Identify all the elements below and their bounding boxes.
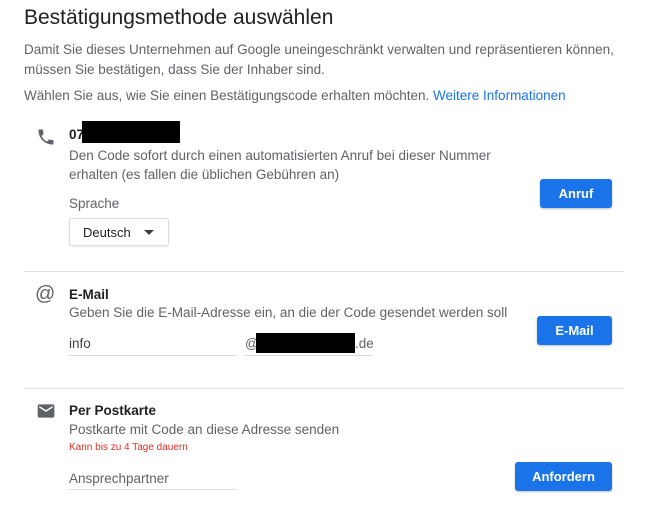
at-icon: @ <box>35 283 56 305</box>
call-description: Den Code sofort durch einen automatisier… <box>69 148 491 182</box>
language-select-value: Deutsch <box>83 224 131 240</box>
email-local-underline <box>69 355 237 356</box>
email-domain-suffix: .de <box>355 336 374 351</box>
phone-icon <box>36 127 56 147</box>
email-domain-underline <box>245 355 372 356</box>
redacted-email-domain <box>256 333 355 353</box>
email-local-input[interactable]: info <box>69 336 91 351</box>
email-description: Geben Sie die E-Mail-Adresse ein, an die… <box>69 305 508 320</box>
choose-method-text: Wählen Sie aus, wie Sie einen Bestätigun… <box>24 88 566 103</box>
email-option-title: E-Mail <box>69 287 109 302</box>
section-divider <box>24 388 624 389</box>
language-label: Sprache <box>69 196 120 211</box>
call-button[interactable]: Anruf <box>540 179 612 208</box>
intro-text: Damit Sie dieses Unternehmen auf Google … <box>24 42 614 77</box>
email-button[interactable]: E-Mail <box>537 316 612 345</box>
postcard-option-title: Per Postkarte <box>69 403 157 418</box>
language-select[interactable]: Deutsch <box>69 218 169 246</box>
contact-person-input[interactable]: Ansprechpartner <box>69 471 169 486</box>
redacted-phone-number <box>82 121 180 143</box>
page-title: Bestätigungsmethode auswählen <box>24 6 334 29</box>
choose-method-label: Wählen Sie aus, wie Sie einen Bestätigun… <box>24 88 430 103</box>
chevron-down-icon <box>144 230 154 235</box>
section-divider <box>24 271 624 272</box>
mail-envelope-icon <box>36 401 56 421</box>
postcard-description: Postkarte mit Code an diese Adresse send… <box>69 422 340 437</box>
more-info-link[interactable]: Weitere Informationen <box>433 88 566 103</box>
postcard-warning: Kann bis zu 4 Tage dauern <box>69 442 188 453</box>
request-button[interactable]: Anfordern <box>515 462 612 491</box>
contact-person-underline <box>69 489 237 490</box>
